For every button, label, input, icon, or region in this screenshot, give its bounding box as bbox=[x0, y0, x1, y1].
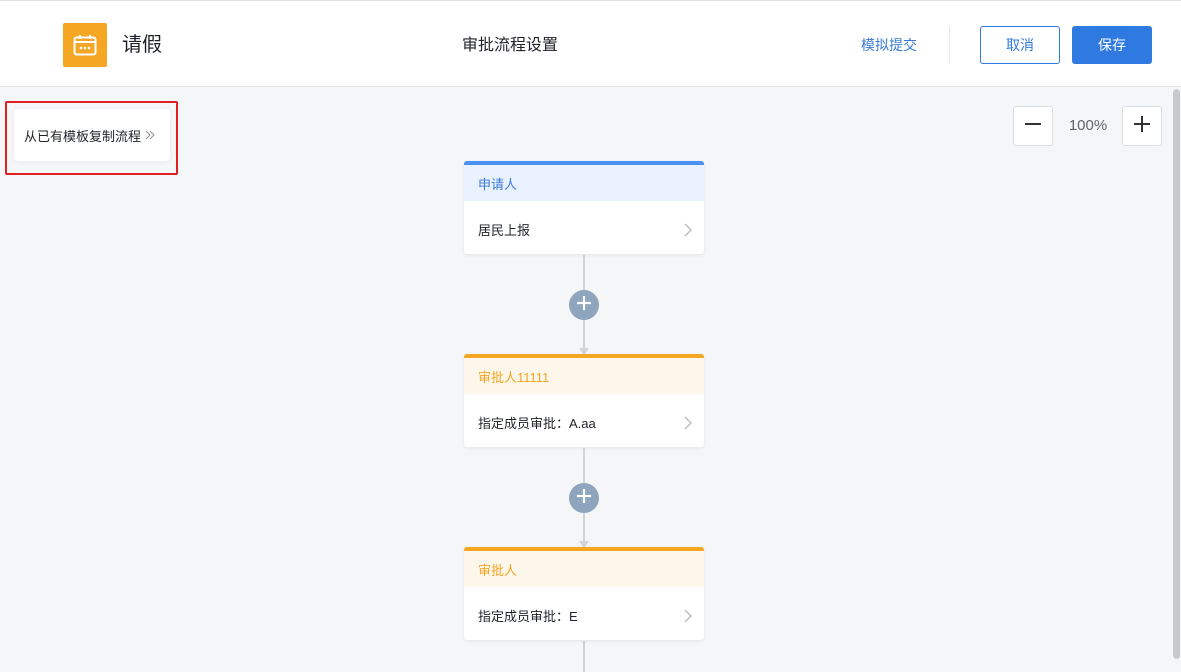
approver-node[interactable]: 审批人 指定成员审批：E bbox=[464, 547, 704, 640]
add-node-button[interactable] bbox=[569, 290, 599, 320]
plus-icon bbox=[1133, 115, 1151, 138]
vertical-scrollbar[interactable] bbox=[1173, 89, 1180, 659]
simulate-submit-link[interactable]: 模拟提交 bbox=[850, 35, 928, 55]
header-divider bbox=[949, 26, 950, 64]
zoom-out-button[interactable] bbox=[1013, 106, 1053, 146]
applicant-node[interactable]: 申请人 居民上报 bbox=[464, 161, 704, 254]
flow-connector bbox=[583, 512, 585, 542]
header-bar: 请假 审批流程设置 模拟提交 取消 保存 bbox=[0, 0, 1181, 87]
approver-node[interactable]: 审批人11111 指定成员审批：A.aa bbox=[464, 354, 704, 447]
node-title: 审批人11111 bbox=[464, 358, 704, 394]
page-title: 审批流程设置 bbox=[461, 37, 558, 54]
copy-from-template-button[interactable]: 从已有模板复制流程 bbox=[14, 109, 170, 161]
zoom-level: 100% bbox=[1068, 117, 1108, 134]
flow-connector bbox=[583, 319, 585, 349]
copy-template-label: 从已有模板复制流程 bbox=[24, 128, 142, 144]
chevron-right-icon bbox=[684, 416, 692, 433]
node-title: 审批人 bbox=[464, 551, 704, 587]
minus-icon bbox=[1024, 115, 1042, 138]
app-name: 请假 bbox=[122, 34, 162, 56]
chevron-right-icon bbox=[684, 609, 692, 626]
save-button[interactable]: 保存 bbox=[1072, 26, 1152, 64]
flow-connector bbox=[583, 641, 585, 672]
add-node-button[interactable] bbox=[569, 483, 599, 513]
zoom-in-button[interactable] bbox=[1122, 106, 1162, 146]
plus-circle-icon bbox=[576, 488, 592, 509]
node-content: 指定成员审批：A.aa bbox=[478, 416, 596, 431]
double-chevron-right-icon bbox=[145, 127, 155, 143]
node-content: 指定成员审批：E bbox=[478, 609, 578, 624]
cancel-button[interactable]: 取消 bbox=[980, 26, 1060, 64]
calendar-icon bbox=[63, 23, 107, 67]
node-content: 居民上报 bbox=[478, 223, 531, 238]
chevron-right-icon bbox=[684, 223, 692, 240]
plus-circle-icon bbox=[576, 295, 592, 316]
node-title: 申请人 bbox=[464, 165, 704, 201]
